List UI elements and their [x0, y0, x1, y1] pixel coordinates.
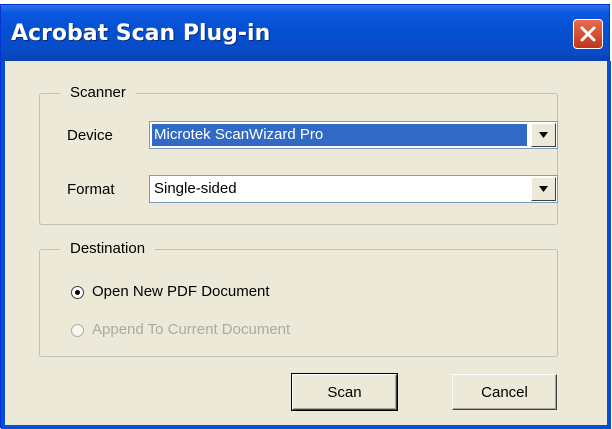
format-label: Format	[67, 181, 115, 198]
device-dropdown-value: Microtek ScanWizard Pro	[152, 124, 527, 146]
dialog-body: Scanner Device Microtek ScanWizard Pro F…	[1, 61, 611, 429]
destination-group-legend: Destination	[60, 239, 156, 259]
scan-button[interactable]: Scan	[291, 373, 398, 411]
title-bar[interactable]: Acrobat Scan Plug-in	[1, 5, 609, 61]
cancel-button[interactable]: Cancel	[452, 374, 557, 410]
scanner-group: Scanner	[39, 83, 558, 225]
device-dropdown-arrow[interactable]	[531, 123, 556, 147]
close-icon	[580, 26, 596, 42]
close-button[interactable]	[573, 19, 603, 49]
format-dropdown-arrow[interactable]	[531, 177, 556, 201]
chevron-down-icon	[539, 186, 548, 192]
radio-button	[71, 323, 84, 337]
scanner-group-legend: Scanner	[60, 83, 136, 103]
device-dropdown[interactable]: Microtek ScanWizard Pro	[149, 121, 558, 149]
window-title: Acrobat Scan Plug-in	[11, 20, 271, 46]
destination-group: Destination	[39, 239, 558, 357]
radio-append-current-label: Append To Current Document	[92, 321, 291, 338]
radio-button[interactable]	[71, 285, 84, 299]
radio-append-current: Append To Current Document	[71, 320, 290, 340]
format-dropdown[interactable]: Single-sided	[149, 175, 558, 203]
radio-open-new-pdf-label: Open New PDF Document	[92, 283, 270, 300]
device-label: Device	[67, 127, 113, 144]
scan-dialog-window: Acrobat Scan Plug-in Scanner Device Micr…	[0, 4, 611, 429]
radio-open-new-pdf[interactable]: Open New PDF Document	[71, 282, 270, 302]
chevron-down-icon	[539, 132, 548, 138]
format-dropdown-value: Single-sided	[154, 180, 237, 197]
